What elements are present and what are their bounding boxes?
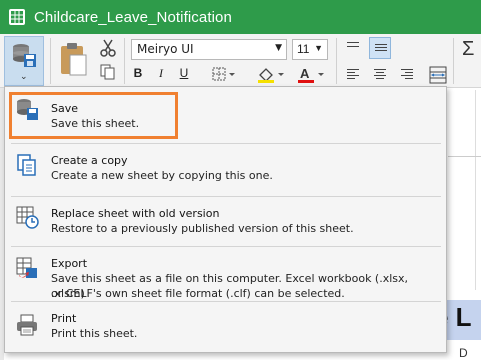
grid-line: [475, 90, 476, 290]
fill-color-icon[interactable]: [256, 66, 286, 84]
highlight-box: [9, 92, 178, 139]
border-icon[interactable]: [212, 67, 236, 83]
toolbar-divider: [336, 38, 337, 84]
replace-sheet-icon: [16, 206, 39, 229]
menu-item-description-line2: or CELF's own sheet file format (.clf) c…: [51, 287, 345, 300]
font-size-select[interactable]: 11 ▼: [292, 39, 328, 60]
copy-document-icon: [17, 154, 36, 176]
italic-button[interactable]: I: [155, 66, 167, 84]
menu-item-description: Create a new sheet by copying this one.: [51, 169, 273, 182]
grid-line: [448, 156, 481, 157]
toolbar-divider: [124, 38, 125, 84]
font-name-select[interactable]: Meiryo UI ▼: [131, 39, 287, 60]
font-size-value: 11: [297, 42, 310, 56]
title-bar: Childcare_Leave_Notification: [0, 0, 481, 34]
align-right-button[interactable]: [396, 63, 418, 85]
dropdown-arrow-icon: ▼: [314, 43, 323, 53]
toolbar-divider: [453, 38, 454, 84]
spreadsheet-app-icon: [9, 9, 25, 25]
menu-item-description: Restore to a previously published versio…: [51, 222, 354, 235]
menu-divider: [11, 301, 441, 302]
menu-divider: [11, 143, 441, 144]
paste-icon[interactable]: [58, 42, 88, 78]
align-center-button[interactable]: [369, 63, 391, 85]
sheet-text-fragment: D: [459, 346, 468, 360]
svg-text:A: A: [300, 66, 310, 81]
chevron-down-icon: ⌄: [20, 71, 28, 81]
toolbar-divider: [50, 38, 51, 84]
printer-icon: [17, 314, 37, 336]
file-menu-button[interactable]: ⌄: [4, 36, 44, 86]
scissors-icon[interactable]: [100, 39, 116, 57]
bold-button[interactable]: B: [131, 66, 145, 84]
copy-icon[interactable]: [100, 64, 116, 80]
menu-divider: [11, 246, 441, 247]
font-color-icon[interactable]: A: [296, 66, 326, 84]
sum-button[interactable]: Σ: [462, 38, 474, 61]
align-middle-button[interactable]: [369, 37, 391, 59]
database-save-icon: [13, 44, 36, 67]
font-name-value: Meiryo UI: [137, 42, 194, 56]
underline-button[interactable]: U: [178, 66, 190, 84]
menu-item-label: Print: [51, 312, 77, 325]
menu-divider: [11, 196, 441, 197]
merge-cells-icon[interactable]: [429, 66, 447, 84]
menu-item-label: Create a copy: [51, 154, 128, 167]
file-dropdown-menu: Save Save this sheet. Create a copy Crea…: [4, 86, 447, 353]
align-left-button[interactable]: [342, 63, 364, 85]
menu-item-label: Export: [51, 257, 88, 270]
dropdown-arrow-icon: ▼: [275, 43, 282, 53]
ribbon-toolbar: ⌄ Meiryo UI ▼ 11 ▼ B I U A Σ: [0, 34, 481, 88]
align-top-button[interactable]: [342, 37, 364, 59]
window-title: Childcare_Leave_Notification: [34, 8, 232, 26]
menu-item-create-copy[interactable]: Create a copy Create a new sheet by copy…: [5, 145, 446, 195]
export-icon: [16, 257, 37, 278]
menu-item-description: Print this sheet.: [51, 327, 138, 340]
menu-item-replace-sheet[interactable]: Replace sheet with old version Restore t…: [5, 198, 446, 246]
menu-item-label: Replace sheet with old version: [51, 207, 220, 220]
menu-item-export[interactable]: Export Save this sheet as a file on this…: [5, 248, 446, 308]
menu-item-print[interactable]: Print Print this sheet.: [5, 303, 446, 353]
